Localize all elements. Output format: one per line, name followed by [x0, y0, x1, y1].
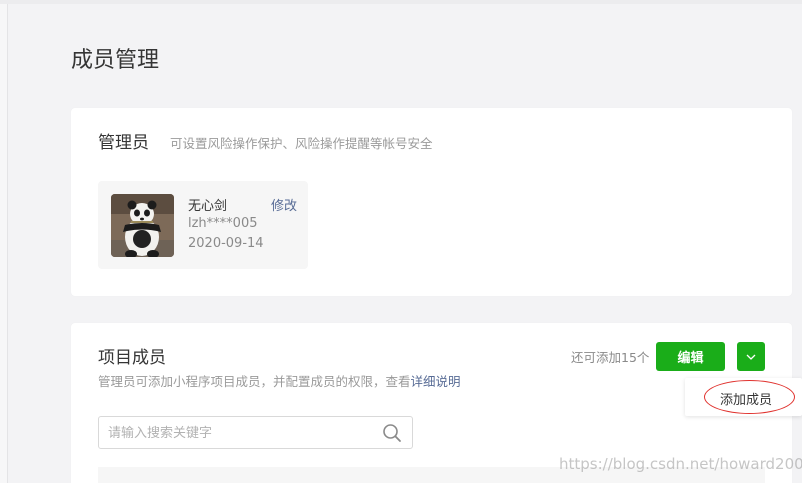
page-title: 成员管理	[71, 48, 160, 73]
top-strip	[0, 0, 802, 4]
add-member-menu-item[interactable]: 添加成员	[720, 389, 772, 408]
more-options-dropdown: 添加成员	[685, 378, 802, 416]
admin-date: 2020-09-14	[188, 236, 264, 251]
members-section-description: 管理员可添加小程序项目成员，并配置成员的权限，查看详细说明	[98, 371, 461, 390]
member-search-box	[98, 416, 413, 449]
admin-card: 管理员 可设置风险操作保护、风险操作提醒等帐号安全 无心剑 lzh****005…	[71, 108, 792, 296]
details-link[interactable]: 详细说明	[411, 374, 461, 389]
admin-section-title: 管理员	[98, 133, 149, 153]
modify-admin-link[interactable]: 修改	[271, 195, 297, 214]
chevron-down-icon	[746, 354, 756, 360]
more-options-button[interactable]	[737, 342, 765, 371]
search-icon[interactable]	[382, 423, 402, 443]
admin-section-description: 可设置风险操作保护、风险操作提醒等帐号安全	[170, 136, 433, 151]
members-section-title: 项目成员	[98, 348, 166, 368]
left-sidebar-edge	[0, 4, 8, 483]
watermark: https://blog.csdn.net/howard2005	[559, 455, 802, 473]
admin-profile: 无心剑 lzh****005 2020-09-14 修改	[98, 181, 308, 269]
edit-members-button[interactable]: 编辑	[656, 342, 725, 371]
admin-name: 无心剑	[188, 199, 228, 214]
admin-account: lzh****005	[188, 216, 258, 231]
search-input[interactable]	[108, 423, 378, 443]
remaining-count: 还可添加15个	[571, 350, 650, 365]
members-description-text: 管理员可添加小程序项目成员，并配置成员的权限，查看	[98, 374, 411, 389]
panda-avatar-icon	[111, 194, 174, 257]
avatar	[111, 194, 174, 257]
